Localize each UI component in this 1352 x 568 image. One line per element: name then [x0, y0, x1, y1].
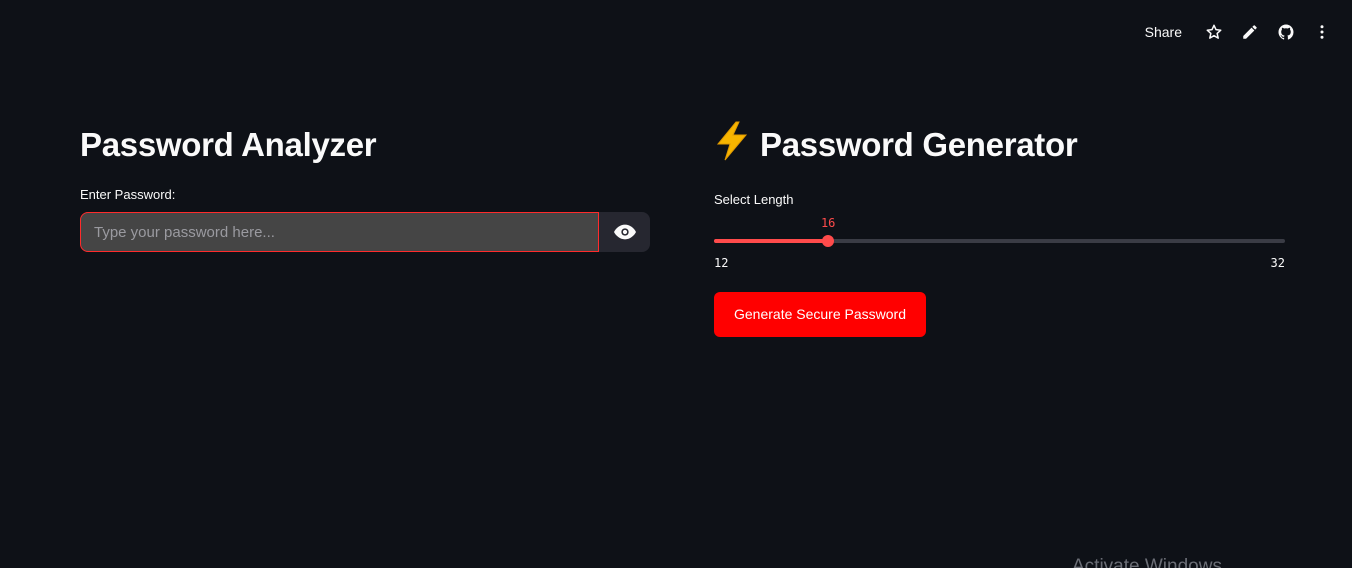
generator-title: Password Generator [714, 120, 1285, 175]
slider-current-value: 16 [820, 216, 836, 230]
slider-max-label: 32 [1270, 256, 1285, 270]
length-slider[interactable]: 16 12 32 [714, 210, 1285, 270]
length-slider-label: Select Length [714, 192, 794, 207]
generator-column: Password Generator Select Length 16 12 3… [714, 120, 1285, 337]
show-password-eye-icon[interactable] [614, 222, 636, 242]
analyzer-column: Password Analyzer Enter Password: [80, 120, 650, 252]
slider-min-label: 12 [714, 256, 729, 270]
header-toolbar: Share [1135, 18, 1338, 46]
app-page: Share Password Analyzer Enter Password: [0, 0, 1352, 568]
activate-windows-watermark: Activate Windows [1072, 556, 1222, 568]
slider-thumb[interactable] [822, 235, 835, 247]
password-input-label: Enter Password: [80, 187, 176, 202]
github-icon[interactable] [1270, 18, 1302, 46]
more-vertical-icon[interactable] [1306, 18, 1338, 46]
edit-pencil-icon[interactable] [1234, 18, 1266, 46]
password-input-container [80, 212, 650, 252]
lightning-bolt-icon [714, 121, 750, 175]
password-input[interactable] [80, 212, 599, 252]
analyzer-title: Password Analyzer [80, 126, 377, 163]
generate-password-button[interactable]: Generate Secure Password [714, 292, 926, 337]
generator-title-text: Password Generator [760, 126, 1078, 163]
share-button[interactable]: Share [1135, 18, 1192, 46]
slider-track-fill [714, 239, 829, 243]
star-icon[interactable] [1198, 18, 1230, 46]
